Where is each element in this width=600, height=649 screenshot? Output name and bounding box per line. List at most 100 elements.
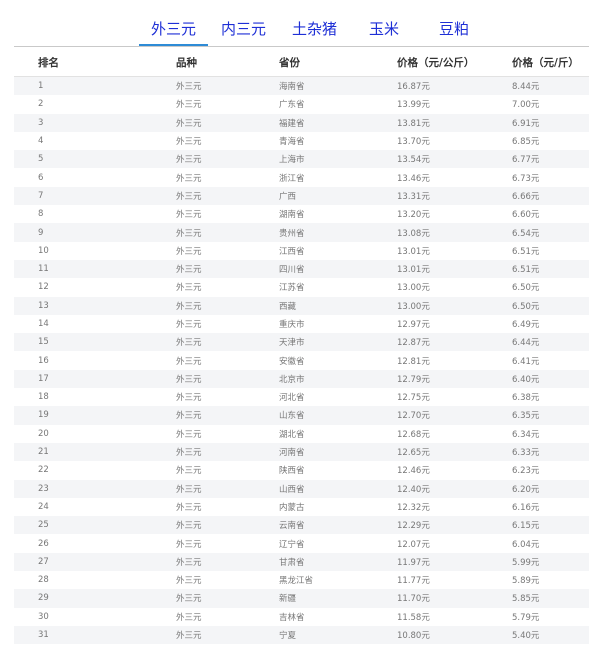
table-row: 7 外三元 广西 13.31元 6.66元 xyxy=(14,186,589,206)
price-kg-cell: 11.97元 xyxy=(397,552,512,572)
rank-cell: 24 xyxy=(14,497,176,517)
table-row: 24 外三元 内蒙古 12.32元 6.16元 xyxy=(14,497,589,517)
price-kg-cell: 13.01元 xyxy=(397,241,512,260)
variety-cell: 外三元 xyxy=(176,589,279,608)
rank-cell: 3 xyxy=(14,113,176,132)
province-cell: 湖北省 xyxy=(279,424,397,443)
province-cell: 黑龙江省 xyxy=(279,571,397,590)
tab-wai-san-yuan[interactable]: 外三元 xyxy=(151,18,196,46)
table-row: 23 外三元 山西省 12.40元 6.20元 xyxy=(14,479,589,498)
price-jin-cell: 6.40元 xyxy=(512,369,589,389)
rank-cell: 29 xyxy=(14,589,176,608)
variety-cell: 外三元 xyxy=(176,259,279,279)
price-kg-cell: 13.00元 xyxy=(397,278,512,297)
variety-cell: 外三元 xyxy=(176,442,279,462)
table-row: 27 外三元 甘肃省 11.97元 5.99元 xyxy=(14,552,589,572)
table-row: 25 外三元 云南省 12.29元 6.15元 xyxy=(14,516,589,535)
variety-cell: 外三元 xyxy=(176,150,279,169)
province-cell: 青海省 xyxy=(279,131,397,151)
province-cell: 江西省 xyxy=(279,241,397,260)
table-row: 28 外三元 黑龙江省 11.77元 5.89元 xyxy=(14,571,589,590)
table-row: 22 外三元 陕西省 12.46元 6.23元 xyxy=(14,461,589,480)
price-kg-cell: 12.68元 xyxy=(397,424,512,443)
rank-cell: 15 xyxy=(14,333,176,352)
variety-cell: 外三元 xyxy=(176,314,279,334)
province-cell: 广东省 xyxy=(279,95,397,114)
table-row: 10 外三元 江西省 13.01元 6.51元 xyxy=(14,241,589,260)
rank-cell: 28 xyxy=(14,571,176,590)
price-jin-cell: 6.51元 xyxy=(512,241,589,260)
price-kg-cell: 12.70元 xyxy=(397,406,512,425)
rank-cell: 12 xyxy=(14,278,176,297)
province-cell: 内蒙古 xyxy=(279,497,397,517)
price-jin-cell: 6.51元 xyxy=(512,259,589,279)
province-cell: 辽宁省 xyxy=(279,534,397,553)
province-cell: 甘肃省 xyxy=(279,552,397,572)
price-jin-cell: 8.44元 xyxy=(512,76,589,96)
rank-cell: 4 xyxy=(14,131,176,151)
province-cell: 海南省 xyxy=(279,76,397,96)
variety-cell: 外三元 xyxy=(176,351,279,370)
price-jin-cell: 6.20元 xyxy=(512,479,589,498)
province-cell: 上海市 xyxy=(279,150,397,169)
province-cell: 河南省 xyxy=(279,442,397,462)
price-jin-cell: 5.89元 xyxy=(512,571,589,590)
price-kg-cell: 12.97元 xyxy=(397,314,512,334)
table-row: 2 外三元 广东省 13.99元 7.00元 xyxy=(14,95,589,114)
variety-cell: 外三元 xyxy=(176,95,279,114)
price-kg-cell: 13.08元 xyxy=(397,223,512,242)
variety-cell: 外三元 xyxy=(176,497,279,517)
rank-cell: 11 xyxy=(14,259,176,279)
table-row: 18 外三元 河北省 12.75元 6.38元 xyxy=(14,388,589,407)
price-jin-cell: 6.77元 xyxy=(512,150,589,169)
tab-tu-za-zhu[interactable]: 土杂猪 xyxy=(292,18,337,46)
variety-cell: 外三元 xyxy=(176,534,279,553)
rank-cell: 10 xyxy=(14,241,176,260)
price-jin-cell: 6.15元 xyxy=(512,516,589,535)
table-header-row: 排名 品种 省份 价格（元/公斤） 价格（元/斤） xyxy=(14,48,589,77)
price-kg-cell: 12.32元 xyxy=(397,497,512,517)
table-row: 16 外三元 安徽省 12.81元 6.41元 xyxy=(14,351,589,370)
province-cell: 江苏省 xyxy=(279,278,397,297)
table-row: 29 外三元 新疆 11.70元 5.85元 xyxy=(14,589,589,608)
variety-cell: 外三元 xyxy=(176,552,279,572)
variety-cell: 外三元 xyxy=(176,186,279,206)
province-cell: 新疆 xyxy=(279,589,397,608)
price-jin-cell: 6.38元 xyxy=(512,388,589,407)
price-kg-cell: 13.00元 xyxy=(397,296,512,315)
rank-cell: 1 xyxy=(14,76,176,96)
province-cell: 云南省 xyxy=(279,516,397,535)
price-kg-cell: 13.01元 xyxy=(397,259,512,279)
variety-cell: 外三元 xyxy=(176,571,279,590)
tab-nei-san-yuan[interactable]: 内三元 xyxy=(221,18,266,46)
price-jin-cell: 7.00元 xyxy=(512,95,589,114)
rank-cell: 9 xyxy=(14,223,176,242)
price-jin-cell: 6.54元 xyxy=(512,223,589,242)
rank-cell: 19 xyxy=(14,406,176,425)
price-jin-cell: 6.23元 xyxy=(512,461,589,480)
price-kg-cell: 11.58元 xyxy=(397,607,512,626)
variety-cell: 外三元 xyxy=(176,625,279,645)
tab-yu-mi[interactable]: 玉米 xyxy=(369,18,399,46)
variety-cell: 外三元 xyxy=(176,296,279,315)
rank-cell: 27 xyxy=(14,552,176,572)
price-jin-cell: 6.73元 xyxy=(512,168,589,187)
tab-dou-po[interactable]: 豆粕 xyxy=(439,18,469,46)
table-row: 3 外三元 福建省 13.81元 6.91元 xyxy=(14,113,589,132)
province-cell: 山西省 xyxy=(279,479,397,498)
price-jin-cell: 6.04元 xyxy=(512,534,589,553)
rank-cell: 30 xyxy=(14,607,176,626)
rank-cell: 5 xyxy=(14,150,176,169)
price-kg-cell: 11.77元 xyxy=(397,571,512,590)
variety-cell: 外三元 xyxy=(176,607,279,626)
variety-cell: 外三元 xyxy=(176,223,279,242)
table-row: 8 外三元 湖南省 13.20元 6.60元 xyxy=(14,205,589,224)
price-kg-cell: 13.99元 xyxy=(397,95,512,114)
price-jin-cell: 6.44元 xyxy=(512,333,589,352)
price-kg-cell: 12.87元 xyxy=(397,333,512,352)
rank-cell: 16 xyxy=(14,351,176,370)
price-kg-cell: 13.20元 xyxy=(397,205,512,224)
rank-cell: 7 xyxy=(14,186,176,206)
price-kg-cell: 16.87元 xyxy=(397,76,512,96)
province-cell: 浙江省 xyxy=(279,168,397,187)
